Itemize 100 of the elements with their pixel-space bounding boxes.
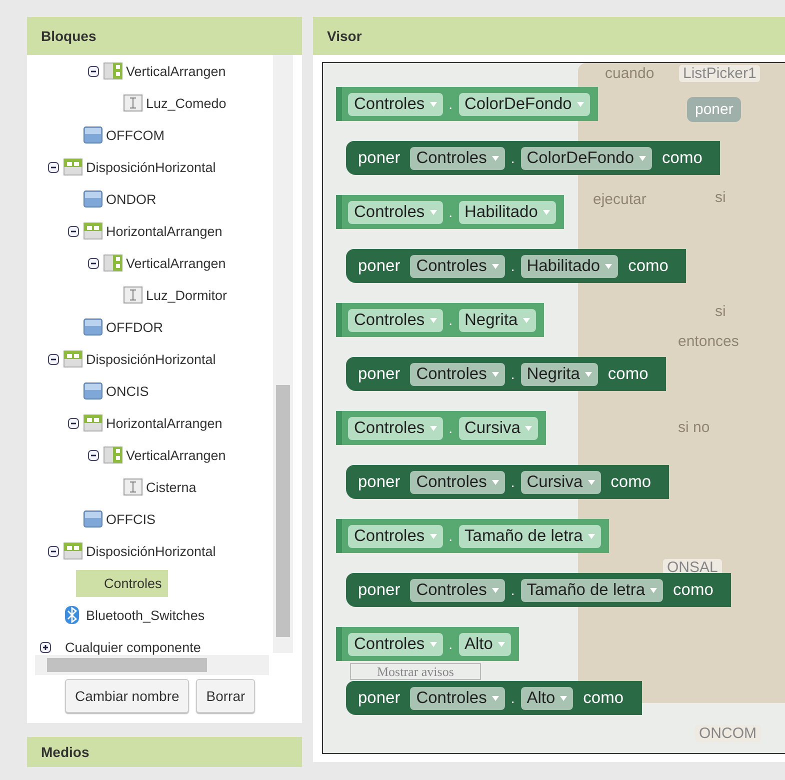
tree-item[interactable]: Cisterna	[144, 476, 198, 498]
dot-separator: .	[448, 636, 453, 652]
getter-block[interactable]: Controles . Alto	[336, 627, 519, 661]
setter-block[interactable]: poner Controles . Alto como	[346, 681, 642, 715]
property-dropdown[interactable]: Habilitado	[520, 254, 618, 278]
caret-icon	[430, 318, 437, 323]
property-dropdown[interactable]: Habilitado	[458, 200, 556, 224]
faded-block-text: ONCOM	[695, 725, 760, 742]
tree-item[interactable]: OFFCOM	[104, 124, 166, 146]
component-dropdown[interactable]: Controles	[410, 578, 505, 602]
setter-block[interactable]: poner Controles . Negrita como	[346, 357, 666, 391]
property-dropdown[interactable]: ColorDeFondo	[458, 92, 590, 116]
getter-block[interactable]: Controles . Habilitado	[336, 195, 564, 229]
action-button[interactable]: Borrar	[196, 679, 256, 713]
property-dropdown[interactable]: Tamaño de letra	[520, 578, 664, 602]
getter-block[interactable]: Controles . Tamaño de letra	[336, 519, 609, 553]
setter-block[interactable]: poner Controles . Cursiva como	[346, 465, 670, 499]
caret-icon	[492, 588, 499, 593]
property-dropdown[interactable]: Alto	[520, 686, 574, 710]
faded-block-text: si	[715, 189, 726, 206]
component-dropdown[interactable]: Controles	[410, 146, 505, 170]
collapse-icon[interactable]	[88, 66, 98, 76]
tree-item[interactable]: OFFCIS	[104, 508, 158, 530]
property-dropdown[interactable]: Cursiva	[520, 470, 601, 494]
tree-item[interactable]: Luz_Comedo	[144, 92, 228, 114]
property-dropdown[interactable]: Negrita	[458, 308, 536, 332]
getter-block[interactable]: Controles . Negrita	[336, 303, 544, 337]
getter-block[interactable]: Controles . ColorDeFondo	[336, 87, 598, 121]
tree-item[interactable]: Luz_Dormitor	[144, 284, 230, 306]
panel-title: Bloques	[41, 28, 96, 44]
dot-separator: .	[510, 258, 515, 274]
component-dropdown[interactable]: Controles	[410, 470, 505, 494]
property-dropdown[interactable]: Tamaño de letra	[458, 524, 601, 548]
panel-title: Visor	[327, 28, 362, 44]
horizontal-layout-icon	[83, 222, 103, 240]
collapse-icon[interactable]	[48, 546, 58, 556]
block-keyword: como	[661, 148, 704, 168]
property-dropdown[interactable]: Negrita	[520, 362, 598, 386]
component-dropdown[interactable]: Controles	[348, 632, 443, 656]
getter-block[interactable]: Controles . Cursiva	[336, 411, 546, 445]
caret-icon	[430, 642, 437, 647]
button-icon	[83, 126, 103, 144]
faded-block-text: ListPicker1	[679, 65, 760, 82]
component-dropdown[interactable]: Controles	[348, 308, 443, 332]
component-dropdown[interactable]: Controles	[410, 254, 505, 278]
vertical-layout-icon	[103, 254, 123, 272]
setter-block[interactable]: poner Controles . Habilitado como	[346, 249, 686, 283]
caret-icon	[650, 588, 658, 593]
collapse-icon[interactable]	[68, 226, 78, 236]
faded-block-text: si no	[678, 419, 710, 436]
caret-icon	[605, 264, 612, 269]
collapse-icon[interactable]	[48, 162, 58, 172]
collapse-icon[interactable]	[68, 418, 78, 428]
collapse-icon[interactable]	[88, 450, 98, 460]
block-keyword: poner	[357, 364, 402, 384]
faded-block-text: entonces	[678, 333, 739, 350]
component-dropdown[interactable]: Controles	[410, 686, 505, 710]
tree-item[interactable]: VerticalArrangen	[124, 252, 228, 274]
expand-icon[interactable]	[40, 642, 50, 652]
tree-item[interactable]: HorizontalArrangen	[104, 220, 224, 242]
collapse-icon[interactable]	[48, 354, 58, 364]
caret-icon	[584, 372, 592, 377]
faded-block-text: cuando	[605, 65, 654, 82]
property-dropdown[interactable]: Cursiva	[458, 416, 538, 440]
tree-item[interactable]: ONDOR	[104, 188, 158, 210]
tree-item[interactable]: OFFDOR	[104, 316, 165, 338]
action-button[interactable]: Cambiar nombre	[65, 679, 190, 713]
tree-item[interactable]: VerticalArrangen	[124, 444, 228, 466]
caret-icon	[560, 696, 568, 701]
dot-separator: .	[510, 474, 515, 490]
tree-item[interactable]: Controles	[76, 570, 168, 596]
tree-item[interactable]: DisposiciónHorizontal	[84, 156, 218, 178]
setter-block[interactable]: poner Controles . ColorDeFondo como	[346, 141, 720, 175]
property-dropdown[interactable]: ColorDeFondo	[520, 146, 652, 170]
caret-icon	[492, 372, 499, 377]
component-dropdown[interactable]: Controles	[348, 524, 443, 548]
component-dropdown[interactable]: Controles	[348, 200, 443, 224]
faded-block-text: poner	[687, 97, 742, 122]
vertical-scrollbar[interactable]	[273, 55, 293, 653]
component-dropdown[interactable]: Controles	[410, 362, 505, 386]
component-dropdown[interactable]: Controles	[348, 92, 443, 116]
tree-item[interactable]: DisposiciónHorizontal	[84, 540, 218, 562]
horizontal-scrollbar[interactable]	[35, 655, 269, 675]
setter-block[interactable]: poner Controles . Tamaño de letra como	[346, 573, 732, 607]
caret-icon	[588, 480, 595, 485]
dot-separator: .	[448, 420, 453, 436]
dot-separator: .	[448, 312, 453, 328]
component-dropdown[interactable]: Controles	[348, 416, 443, 440]
caret-icon	[492, 264, 499, 269]
block-keyword: como	[627, 256, 670, 276]
collapse-icon[interactable]	[88, 258, 98, 268]
block-keyword: poner	[357, 472, 402, 492]
tree-item[interactable]: Bluetooth_Switches	[84, 604, 207, 626]
tree-item[interactable]: VerticalArrangen	[124, 60, 228, 82]
tree-item[interactable]: ONCIS	[104, 380, 151, 402]
caret-icon	[492, 696, 499, 701]
property-dropdown[interactable]: Alto	[458, 632, 511, 656]
tree-item[interactable]: HorizontalArrangen	[104, 412, 224, 434]
tree-item[interactable]: Cualquier componente	[63, 636, 203, 658]
tree-item[interactable]: DisposiciónHorizontal	[84, 348, 218, 370]
